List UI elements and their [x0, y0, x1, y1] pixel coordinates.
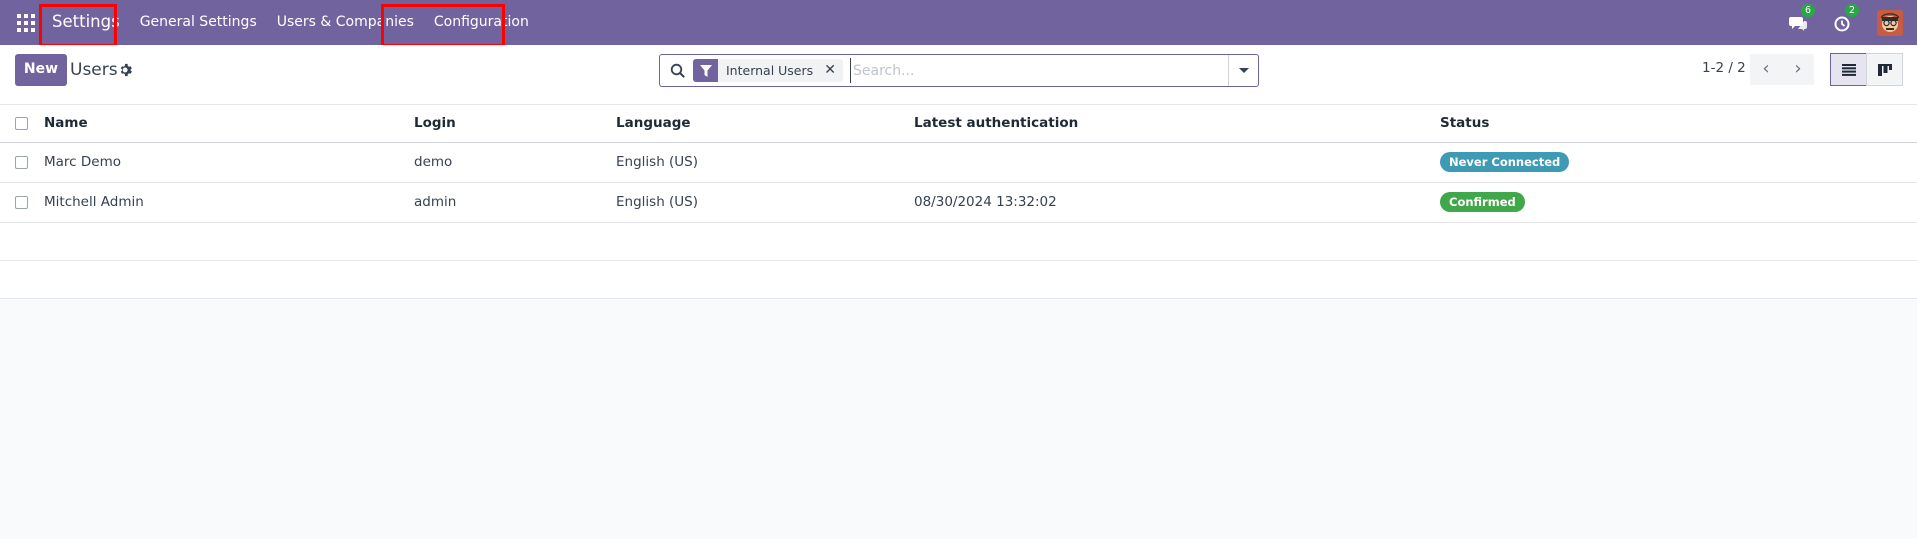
filter-icon	[693, 59, 718, 82]
activities-count-badge: 2	[1845, 3, 1860, 17]
table-row[interactable]: Marc Demo demo English (US) Never Connec…	[0, 142, 1917, 183]
empty-row	[0, 222, 1917, 261]
cell-name[interactable]: Mitchell Admin	[44, 182, 414, 223]
column-header-login[interactable]: Login	[414, 105, 616, 143]
filter-facet: Internal Users ✕	[693, 59, 844, 82]
search-icon[interactable]	[670, 63, 686, 79]
control-panel: New Users Internal Users ✕ 1-2 / 2 ‹ ›	[0, 45, 1917, 105]
cell-login[interactable]: demo	[414, 142, 616, 183]
pager-value[interactable]: 1-2 / 2	[1702, 60, 1746, 76]
cell-login[interactable]: admin	[414, 182, 616, 223]
table-header-row: Name Login Language Latest authenticatio…	[0, 105, 1917, 143]
page-title: Users	[70, 60, 118, 80]
chevron-right-icon: ›	[1794, 58, 1802, 79]
search-panel: Internal Users ✕	[659, 54, 1259, 87]
clock-icon	[1834, 16, 1850, 31]
list-icon	[1842, 64, 1856, 76]
messages-count-badge: 6	[1801, 3, 1816, 17]
new-button[interactable]: New	[15, 54, 67, 86]
facet-label: Internal Users	[726, 63, 814, 78]
row-checkbox[interactable]	[15, 195, 28, 209]
highlight-box-configuration	[381, 4, 505, 47]
search-options-toggle[interactable]	[1228, 55, 1258, 86]
list-view-button[interactable]	[1830, 53, 1867, 86]
cell-language[interactable]: English (US)	[616, 182, 914, 223]
cell-name[interactable]: Marc Demo	[44, 142, 414, 183]
kanban-icon	[1878, 64, 1892, 76]
row-checkbox[interactable]	[15, 155, 28, 169]
app-grid-icon[interactable]	[16, 13, 36, 33]
pager-previous-button[interactable]: ‹	[1750, 54, 1782, 85]
close-icon[interactable]: ✕	[821, 59, 839, 82]
column-header-name[interactable]: Name	[44, 105, 414, 143]
table-row[interactable]: Mitchell Admin admin English (US) 08/30/…	[0, 182, 1917, 223]
menu-general-settings[interactable]: General Settings	[140, 0, 257, 45]
column-header-latest-authentication[interactable]: Latest authentication	[914, 105, 1440, 143]
user-avatar[interactable]	[1877, 9, 1903, 36]
chat-icon	[1789, 16, 1807, 31]
kanban-view-button[interactable]	[1866, 53, 1903, 86]
top-navbar: Settings General Settings Users & Compan…	[0, 0, 1917, 45]
column-header-language[interactable]: Language	[616, 105, 914, 143]
empty-row	[0, 260, 1917, 299]
pager-next-button[interactable]: ›	[1782, 54, 1814, 85]
highlight-box-settings	[39, 4, 117, 47]
column-header-status[interactable]: Status	[1440, 105, 1917, 143]
cell-latest-authentication[interactable]	[914, 142, 1440, 183]
gear-icon[interactable]	[119, 63, 133, 77]
chevron-left-icon: ‹	[1762, 58, 1770, 79]
status-badge: Confirmed	[1440, 192, 1525, 212]
activities-button[interactable]: 2	[1833, 3, 1860, 34]
messages-button[interactable]: 6	[1789, 3, 1816, 34]
cell-language[interactable]: English (US)	[616, 142, 914, 183]
select-all-checkbox[interactable]	[15, 116, 28, 130]
search-input[interactable]	[850, 58, 1210, 83]
status-badge: Never Connected	[1440, 152, 1570, 172]
users-list-table: Name Login Language Latest authenticatio…	[0, 105, 1917, 299]
cell-latest-authentication[interactable]: 08/30/2024 13:32:02	[914, 182, 1440, 223]
